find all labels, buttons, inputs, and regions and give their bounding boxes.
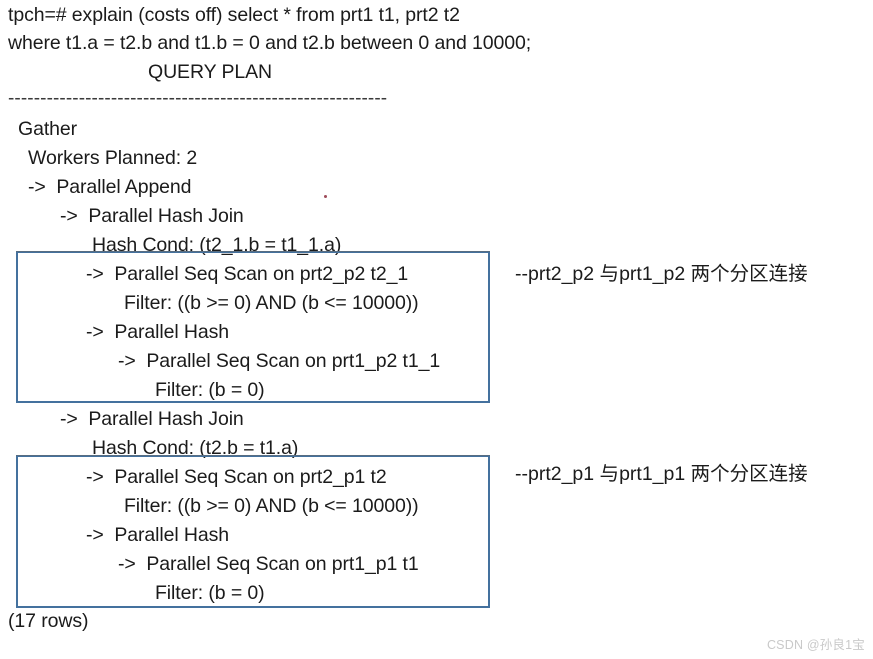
plan-line-filter-prt1-p1: Filter: (b = 0)	[155, 582, 265, 604]
query-plan-header: QUERY PLAN	[148, 61, 272, 83]
annotation-p1-prefix: --prt2_p1	[515, 463, 600, 485]
annotation-p1-cjk-1: 与	[599, 462, 620, 485]
plan-line-seq-scan-prt2-p2: -> Parallel Seq Scan on prt2_p2 t2_1	[86, 263, 409, 285]
stray-red-dot-artifact	[324, 195, 327, 198]
annotation-p2-prefix: --prt2_p2	[515, 263, 600, 285]
plan-line-workers-planned: Workers Planned: 2	[28, 147, 198, 169]
annotation-p1-mid: prt1_p1	[619, 463, 691, 485]
plan-line-filter-prt2-p1: Filter: ((b >= 0) AND (b <= 10000))	[124, 495, 419, 517]
plan-line-parallel-hash-join-2: -> Parallel Hash Join	[60, 408, 244, 430]
plan-line-seq-scan-prt1-p2: -> Parallel Seq Scan on prt1_p2 t1_1	[118, 350, 441, 372]
plan-line-parallel-hash-join-1: -> Parallel Hash Join	[60, 205, 244, 227]
annotation-partition-p1: --prt2_p1 与prt1_p1 两个分区连接	[515, 462, 808, 486]
plan-line-gather: Gather	[18, 118, 78, 140]
annotation-p2-mid: prt1_p2	[619, 263, 691, 285]
annotation-p1-cjk-2: 两个分区连接	[690, 462, 808, 485]
annotation-p2-cjk-1: 与	[599, 262, 620, 285]
sql-prompt-line-1: tpch=# explain (costs off) select * from…	[8, 4, 460, 26]
plan-line-seq-scan-prt2-p1: -> Parallel Seq Scan on prt2_p1 t2	[86, 466, 387, 488]
plan-line-parallel-append: -> Parallel Append	[28, 176, 192, 198]
annotation-p2-cjk-2: 两个分区连接	[690, 262, 808, 285]
plan-line-filter-prt2-p2: Filter: ((b >= 0) AND (b <= 10000))	[124, 292, 419, 314]
csdn-watermark: CSDN @孙良1宝	[766, 638, 865, 652]
sql-prompt-line-2: where t1.a = t2.b and t1.b = 0 and t2.b …	[8, 32, 532, 54]
plan-line-seq-scan-prt1-p1: -> Parallel Seq Scan on prt1_p1 t1	[118, 553, 419, 575]
plan-line-parallel-hash-1: -> Parallel Hash	[86, 321, 229, 343]
plan-line-filter-prt1-p2: Filter: (b = 0)	[155, 379, 265, 401]
annotation-partition-p2: --prt2_p2 与prt1_p2 两个分区连接	[515, 262, 808, 286]
plan-separator-rule: ----------------------------------------…	[8, 88, 388, 109]
plan-line-parallel-hash-2: -> Parallel Hash	[86, 524, 229, 546]
row-count-footer: (17 rows)	[8, 610, 89, 632]
